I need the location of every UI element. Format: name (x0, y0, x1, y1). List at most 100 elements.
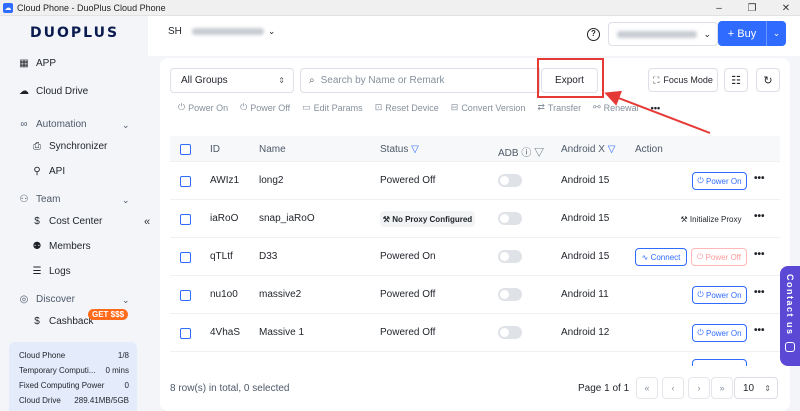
transfer-icon: ⇄ (537, 102, 545, 112)
chevron-down-icon[interactable]: ⌄ (122, 195, 130, 206)
table-row[interactable]: iaRoO snap_iaRoO ⚒ No Proxy Configured A… (170, 200, 780, 238)
sidebar-section-team[interactable]: ⚇ Team (18, 194, 61, 205)
app-icon: ☁ (3, 2, 13, 13)
column-name: Name (259, 144, 286, 155)
sidebar-item-api[interactable]: ⚲ API (31, 166, 65, 177)
reset-icon: ⊡ (374, 102, 383, 112)
row-checkbox[interactable] (180, 176, 191, 187)
focus-mode-button[interactable]: ⛶ Focus Mode (648, 68, 718, 92)
sidebar-section-discover[interactable]: ◎ Discover (18, 294, 75, 305)
table-row[interactable]: AWIz1 long2 Powered Off Android 15 ⏻ Pow… (170, 162, 780, 200)
row-more-button[interactable]: ••• (754, 249, 765, 260)
filter-icon[interactable]: ▽ (608, 144, 616, 155)
filter-icon[interactable]: ▽ (411, 144, 419, 155)
adb-toggle[interactable] (498, 288, 522, 301)
adb-toggle[interactable] (498, 212, 522, 225)
row-more-button[interactable]: ••• (754, 325, 765, 336)
team-name-redacted (191, 28, 264, 35)
batch-action-toolbar: ⏻ Power On ⏻ Power Off ▭ Edit Params ⊡ Reset… (178, 102, 672, 113)
duoplus-logo: DUOPLUS (30, 25, 120, 41)
renewal-icon: ⚯ (593, 102, 601, 112)
sidebar-item-cost-center[interactable]: $ Cost Center (31, 216, 102, 227)
team-switcher[interactable]: SH ⌄ (168, 26, 275, 37)
power-on-action[interactable]: ⏻ Power On (178, 102, 228, 113)
row-more-button[interactable]: ••• (754, 287, 765, 298)
power-on-button[interactable]: ⏻ Power On (692, 286, 747, 304)
power-on-button[interactable] (692, 359, 747, 366)
window-titlebar: ☁ Cloud Phone - DuoPlus Cloud Phone – ❐ … (0, 0, 800, 16)
selection-summary: 8 row(s) in total, 0 selected (170, 383, 290, 394)
initialize-proxy-button[interactable]: ⚒ Initialize Proxy (676, 210, 746, 228)
maximize-button[interactable]: ❐ (738, 0, 766, 16)
table-row[interactable]: 4VhaS Massive 1 Powered Off Android 12 ⏻… (170, 314, 780, 352)
row-checkbox[interactable] (180, 252, 191, 263)
power-off-button[interactable]: ⏻ Power Off (691, 248, 747, 266)
more-actions-button[interactable]: ••• (651, 103, 660, 113)
transfer-action[interactable]: ⇄ Transfer (537, 102, 581, 113)
select-all-checkbox[interactable] (180, 144, 191, 155)
table-header: ID Name Status ▽ ADB ⓘ ▽ Android X ▽ Act… (170, 136, 780, 162)
sidebar-item-synchronizer[interactable]: ⎙ Synchronizer (31, 141, 107, 152)
reset-device-action[interactable]: ⊡ Reset Device (375, 102, 439, 113)
edit-params-action[interactable]: ▭ Edit Params (302, 102, 363, 113)
adb-toggle[interactable] (498, 326, 522, 339)
focus-icon: ⛶ (653, 74, 660, 85)
column-android: Android X ▽ (561, 144, 616, 155)
minimize-button[interactable]: – (705, 0, 733, 16)
adb-toggle[interactable] (498, 174, 522, 187)
row-android: Android 11 (561, 289, 609, 300)
convert-version-action[interactable]: ⊟ Convert Version (451, 102, 526, 113)
sync-icon: ⎙ (33, 141, 41, 152)
row-checkbox[interactable] (180, 328, 191, 339)
refresh-icon[interactable]: ↻ (756, 68, 780, 92)
row-checkbox[interactable] (180, 290, 191, 301)
connect-button[interactable]: ∿ Connect (635, 248, 687, 266)
renewal-action[interactable]: ⚯ Renewal (593, 102, 639, 113)
info-icon[interactable]: ⓘ (521, 148, 531, 159)
group-select[interactable]: All Groups ⇕ (170, 68, 294, 93)
table-row[interactable]: qTLtf D33 Powered On Android 15 ∿ Connec… (170, 238, 780, 276)
next-page-button[interactable]: › (688, 377, 710, 399)
chevron-down-icon[interactable]: ⌄ (122, 295, 130, 306)
last-page-button[interactable]: » (711, 377, 733, 399)
row-android: Android 15 (561, 175, 610, 186)
search-box[interactable]: ⌕ (300, 68, 540, 93)
first-page-button[interactable]: « (636, 377, 658, 399)
team-icon: ⚇ (19, 194, 29, 205)
page-size-select[interactable]: 10 ⇕ (734, 377, 778, 399)
chevron-down-icon[interactable]: ⌄ (122, 120, 130, 131)
help-icon[interactable]: ? (587, 28, 600, 41)
table-row[interactable]: nu1o0 massive2 Powered Off Android 11 ⏻ … (170, 276, 780, 314)
sidebar-section-automation[interactable]: ∞ Automation (18, 119, 86, 130)
sidebar-item-cloud-drive[interactable]: ☁ Cloud Drive (18, 86, 88, 97)
settings-sliders-icon[interactable]: ☷ (724, 68, 748, 92)
filter-icon[interactable]: ▽ (534, 148, 544, 159)
wrench-icon: ⚒ (680, 214, 690, 224)
sidebar-item-logs[interactable]: ☰ Logs (31, 266, 71, 277)
row-status: Powered Off (380, 175, 436, 186)
prev-page-button[interactable]: ‹ (662, 377, 684, 399)
close-button[interactable]: ✕ (772, 0, 800, 16)
power-on-button[interactable]: ⏻ Power On (692, 172, 747, 190)
row-more-button[interactable]: ••• (754, 173, 765, 184)
table-row[interactable] (170, 352, 780, 366)
wrench-icon: ⚒ (382, 214, 393, 224)
collapse-sidebar-button[interactable]: « (144, 216, 150, 228)
chevron-down-icon[interactable]: ⌄ (767, 28, 786, 39)
row-more-button[interactable]: ••• (754, 211, 765, 222)
sidebar-item-members[interactable]: ⚉ Members (31, 241, 91, 252)
sidebar-item-cashback[interactable]: $ Cashback (31, 316, 93, 327)
adb-toggle[interactable] (498, 250, 522, 263)
power-off-action[interactable]: ⏻ Power Off (240, 102, 290, 113)
top-header: SH ⌄ ? ⌄ + Buy ⌄ (148, 16, 800, 56)
account-select[interactable]: ⌄ (608, 22, 718, 46)
power-icon: ⏻ (178, 102, 186, 112)
buy-button[interactable]: + Buy ⌄ (718, 21, 786, 46)
row-android: Android 15 (561, 213, 610, 224)
sidebar-item-app[interactable]: ▦ APP (18, 58, 56, 69)
power-icon: ⏻ (697, 176, 706, 185)
contact-us-tab[interactable]: Contact us (780, 266, 800, 366)
power-on-button[interactable]: ⏻ Power On (692, 324, 747, 342)
search-input[interactable] (320, 75, 521, 86)
row-checkbox[interactable] (180, 214, 191, 225)
